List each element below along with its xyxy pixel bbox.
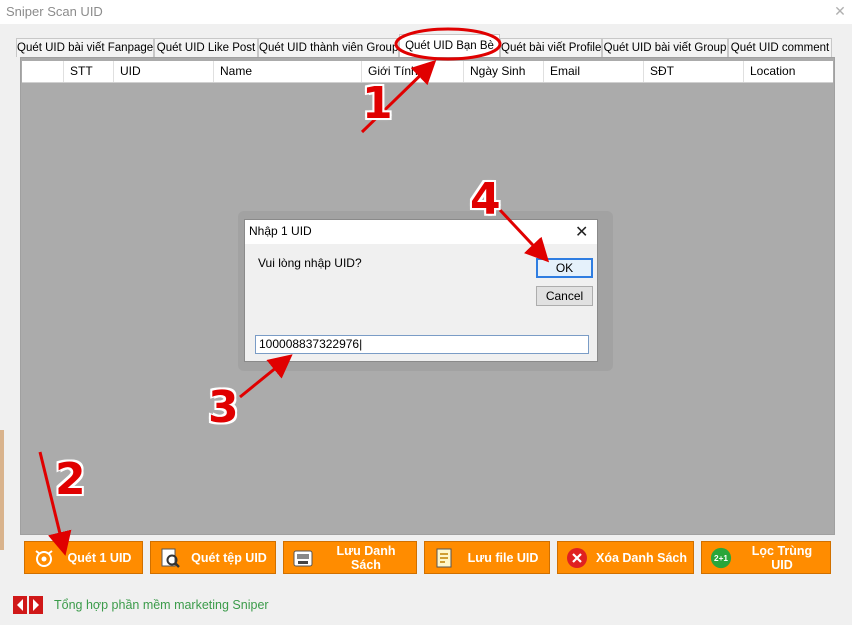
delete-list-button[interactable]: Xóa Danh Sách xyxy=(557,541,694,574)
col-email[interactable]: Email xyxy=(543,61,643,82)
nav-arrows[interactable] xyxy=(13,596,43,614)
filter-duplicate-icon-text: 2+1 xyxy=(714,554,728,563)
title-bar: Sniper Scan UID ✕ xyxy=(0,0,852,24)
save-list-label: Lưu Danh Sách xyxy=(336,543,396,572)
scan-uid-file-label: Quét tệp UID xyxy=(191,550,267,565)
delete-list-label: Xóa Danh Sách xyxy=(596,550,687,565)
annotation-number-1: 1 xyxy=(362,78,393,129)
tab-friends[interactable]: Quét UID Bạn Bè xyxy=(399,34,500,58)
save-uid-file-button[interactable]: Lưu file UID xyxy=(424,541,550,574)
tab-comment[interactable]: Quét UID comment xyxy=(728,38,832,57)
col-uid[interactable]: UID xyxy=(113,61,213,82)
scan-one-uid-button[interactable]: Quét 1 UID xyxy=(24,541,143,574)
scan-one-uid-label: Quét 1 UID xyxy=(67,550,132,565)
filter-duplicate-icon: 2+1 xyxy=(710,547,732,569)
desktop-edge xyxy=(0,430,4,550)
footer-marketing-link[interactable]: Tổng hợp phần mềm marketing Sniper xyxy=(54,598,269,612)
dialog-title: Nhập 1 UID xyxy=(249,224,312,238)
scan-file-icon xyxy=(159,547,181,569)
annotation-number-4: 4 xyxy=(470,174,501,225)
window-title: Sniper Scan UID xyxy=(6,4,103,19)
col-phone[interactable]: SĐT xyxy=(643,61,743,82)
scan-uid-file-button[interactable]: Quét tệp UID xyxy=(150,541,276,574)
save-list-icon xyxy=(292,547,314,569)
ok-button[interactable]: OK xyxy=(536,258,593,278)
delete-icon xyxy=(566,547,588,569)
uid-input[interactable]: 100008837322976| xyxy=(255,335,589,354)
dialog-body: Vui lòng nhập UID? OK Cancel 10000883732… xyxy=(245,244,597,361)
annotation-number-2: 2 xyxy=(55,454,86,505)
grid-header: STT UID Name Giới Tính Ngày Sinh Email S… xyxy=(22,61,833,83)
dialog-close-icon[interactable]: ✕ xyxy=(575,222,588,242)
nav-arrows-icon xyxy=(13,596,43,614)
tab-like-post[interactable]: Quét UID Like Post xyxy=(154,38,258,57)
filter-duplicate-button[interactable]: 2+1 Lọc Trùng UID xyxy=(701,541,831,574)
tab-profile-post[interactable]: Quét bài viết Profile xyxy=(500,38,602,57)
annotation-number-3: 3 xyxy=(208,382,239,433)
tab-group-post[interactable]: Quét UID bài viết Group xyxy=(602,38,728,57)
col-location[interactable]: Location xyxy=(743,61,833,82)
filter-duplicate-label: Lọc Trùng UID xyxy=(751,543,813,572)
tab-fanpage-post[interactable]: Quét UID bài viết Fanpage xyxy=(16,38,154,57)
save-uid-file-label: Lưu file UID xyxy=(467,550,539,565)
window-close-icon[interactable]: ✕ xyxy=(828,0,852,22)
input-dialog: Nhập 1 UID ✕ Vui lòng nhập UID? OK Cance… xyxy=(244,219,598,362)
save-file-icon xyxy=(433,547,455,569)
dialog-prompt: Vui lòng nhập UID? xyxy=(258,256,362,270)
tab-group-members[interactable]: Quét UID thành viên Group xyxy=(258,38,399,57)
col-name[interactable]: Name xyxy=(213,61,361,82)
col-birthday[interactable]: Ngày Sinh xyxy=(463,61,543,82)
cancel-button[interactable]: Cancel xyxy=(536,286,593,306)
scan-one-icon xyxy=(33,547,55,569)
save-list-button[interactable]: Lưu Danh Sách xyxy=(283,541,417,574)
col-select[interactable] xyxy=(22,61,63,82)
col-stt[interactable]: STT xyxy=(63,61,113,82)
